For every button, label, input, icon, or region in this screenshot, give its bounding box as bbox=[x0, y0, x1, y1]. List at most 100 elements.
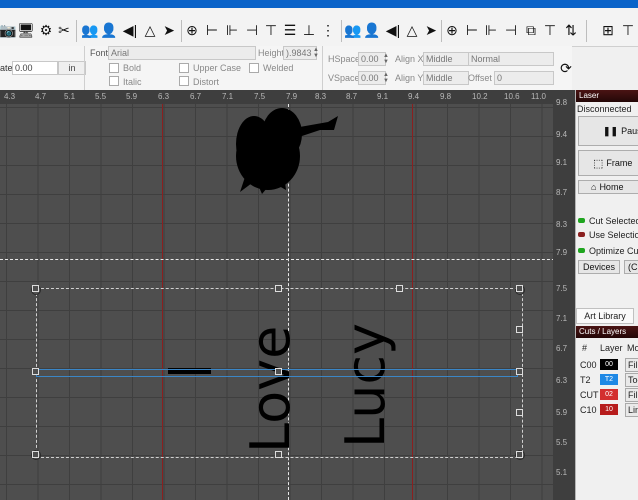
align-left-icon[interactable]: ⊢ bbox=[464, 22, 480, 38]
ruler-tick-label: 5.1 bbox=[64, 92, 76, 101]
home-button[interactable]: ⌂ Home bbox=[578, 180, 638, 194]
toolbar-divider bbox=[586, 20, 587, 42]
layer-color-chip: 02 bbox=[600, 389, 618, 400]
ruler-tick-label: 6.7 bbox=[190, 92, 202, 101]
group-icon[interactable]: ⧉ bbox=[523, 22, 539, 38]
devices-button[interactable]: Devices bbox=[578, 260, 620, 274]
welded-checkbox[interactable] bbox=[249, 63, 259, 73]
text-mode-select[interactable]: Normal bbox=[468, 52, 554, 66]
resize-handle[interactable] bbox=[275, 368, 282, 375]
layer-mode[interactable]: Fill bbox=[625, 358, 638, 372]
rotate-label: ate bbox=[0, 63, 13, 73]
ruler-tick-label: 7.5 bbox=[556, 284, 568, 293]
resize-handle[interactable] bbox=[516, 409, 523, 416]
align-bottom-icon[interactable]: ⊥ bbox=[301, 22, 317, 38]
layer-color-chip: 10 bbox=[600, 404, 618, 415]
users-icon[interactable]: 👥 bbox=[344, 22, 361, 38]
text-lucy[interactable]: Lucy bbox=[334, 323, 397, 448]
align-right-icon[interactable]: ⊣ bbox=[503, 22, 519, 38]
mirror-h-icon[interactable]: ◀| bbox=[122, 22, 138, 38]
align-left-icon[interactable]: ⊢ bbox=[204, 22, 220, 38]
distribute-icon[interactable]: ⋮ bbox=[320, 22, 336, 38]
design-canvas[interactable]: Love Lucy bbox=[0, 104, 575, 500]
send-icon[interactable]: ➤ bbox=[161, 22, 177, 38]
upper-case-checkbox[interactable] bbox=[179, 63, 189, 73]
vspace-spinner[interactable]: ▲ ▼ bbox=[383, 72, 389, 84]
crosshair-target-icon[interactable]: ⊕ bbox=[184, 22, 200, 38]
rotary-icon[interactable]: ⟳ bbox=[558, 60, 574, 76]
optimize-cut-toggle[interactable] bbox=[578, 248, 585, 253]
vspace-label: VSpace bbox=[328, 73, 360, 83]
ruler-tick-label: 5.5 bbox=[95, 92, 107, 101]
camera-icon[interactable]: 📷 bbox=[0, 22, 17, 38]
divider bbox=[84, 46, 85, 90]
resize-handle[interactable] bbox=[516, 326, 523, 333]
bold-checkbox[interactable] bbox=[109, 63, 119, 73]
align-center-icon[interactable]: ⊩ bbox=[483, 22, 499, 38]
use-selection-toggle[interactable] bbox=[578, 232, 585, 237]
tree-artwork[interactable] bbox=[216, 104, 346, 196]
text-love[interactable]: Love bbox=[239, 326, 302, 453]
gear-wrench-icon[interactable]: ⚙ bbox=[38, 22, 54, 38]
align-y-select[interactable]: Middle bbox=[423, 71, 469, 85]
cuts-layers-header: Cuts / Layers bbox=[576, 326, 638, 338]
frame-button[interactable]: ⬚ Frame bbox=[578, 150, 638, 176]
distort-checkbox[interactable] bbox=[179, 76, 189, 86]
mirror-h-icon[interactable]: ◀| bbox=[385, 22, 401, 38]
align-x-label: Align X bbox=[395, 54, 424, 64]
welded-label: Welded bbox=[263, 63, 294, 73]
italic-checkbox[interactable] bbox=[109, 76, 119, 86]
device-select[interactable]: (Cl bbox=[624, 260, 638, 274]
hspace-field[interactable]: 0.00 bbox=[358, 52, 386, 66]
resize-handle[interactable] bbox=[275, 451, 282, 458]
mirror-v-icon[interactable]: △ bbox=[404, 22, 420, 38]
home-icon: ⌂ bbox=[591, 182, 597, 192]
height-spinner[interactable]: ▲ ▼ bbox=[313, 47, 319, 59]
align-right-icon[interactable]: ⊣ bbox=[244, 22, 260, 38]
resize-handle[interactable] bbox=[516, 368, 523, 375]
align-top-icon[interactable]: ⊤ bbox=[263, 22, 279, 38]
layer-id: CUT bbox=[580, 390, 599, 400]
right-panel: Laser Disconnected ❚❚ Pause ⬚ Frame ⌂ Ho… bbox=[575, 90, 638, 500]
vspace-field[interactable]: 0.00 bbox=[358, 71, 386, 85]
user-icon[interactable]: 👤 bbox=[363, 22, 380, 38]
resize-handle[interactable] bbox=[275, 285, 282, 292]
split-icon[interactable]: ⇅ bbox=[563, 22, 579, 38]
user-icon[interactable]: 👤 bbox=[100, 22, 117, 38]
users-icon[interactable]: 👥 bbox=[81, 22, 98, 38]
align-x-select[interactable]: Middle bbox=[423, 52, 469, 66]
send-icon[interactable]: ➤ bbox=[423, 22, 439, 38]
hspace-spinner[interactable]: ▲ ▼ bbox=[383, 53, 389, 65]
height-field[interactable]: ).9843 bbox=[283, 46, 317, 60]
resize-handle[interactable] bbox=[32, 285, 39, 292]
ruler-tick-label: 11.0 bbox=[531, 92, 546, 101]
ruler-tick-label: 5.1 bbox=[556, 468, 568, 477]
cut-selected-label: Cut Selected bbox=[589, 216, 638, 226]
monitor-icon[interactable]: 🖥 bbox=[17, 22, 35, 38]
resize-handle[interactable] bbox=[32, 451, 39, 458]
crosshair-target-icon[interactable]: ⊕ bbox=[444, 22, 460, 38]
align-top-icon[interactable]: ⊤ bbox=[620, 22, 636, 38]
cut-selected-toggle[interactable] bbox=[578, 218, 585, 223]
mirror-v-icon[interactable]: △ bbox=[142, 22, 158, 38]
pause-button[interactable]: ❚❚ Pause bbox=[578, 116, 638, 146]
ruler-tick-label: 7.9 bbox=[556, 248, 568, 257]
rotate-field[interactable]: 0.00 bbox=[12, 61, 58, 75]
layer-mode[interactable]: Fill bbox=[625, 388, 638, 402]
resize-handle[interactable] bbox=[396, 285, 403, 292]
layer-mode[interactable]: Lin bbox=[625, 403, 638, 417]
unit-button[interactable]: in bbox=[58, 61, 86, 75]
align-grid-icon[interactable]: ⊞ bbox=[600, 22, 616, 38]
resize-handle[interactable] bbox=[516, 285, 523, 292]
vertical-ruler: 9.8 9.4 9.1 8.7 8.3 7.9 7.5 7.1 6.7 6.3 5.9 5.5 5.1 bbox=[553, 98, 575, 500]
resize-handle[interactable] bbox=[516, 451, 523, 458]
layer-mode[interactable]: Too bbox=[625, 373, 638, 387]
align-center-h-icon[interactable]: ⊩ bbox=[224, 22, 240, 38]
align-top-icon[interactable]: ⊤ bbox=[542, 22, 558, 38]
offset-field[interactable]: 0 bbox=[494, 71, 554, 85]
align-middle-v-icon[interactable]: ☰ bbox=[282, 22, 298, 38]
resize-handle[interactable] bbox=[32, 368, 39, 375]
tab-art-library[interactable]: Art Library bbox=[576, 308, 634, 324]
tools-icon[interactable]: ✂ bbox=[56, 22, 72, 38]
font-select[interactable]: Arial bbox=[108, 46, 256, 60]
